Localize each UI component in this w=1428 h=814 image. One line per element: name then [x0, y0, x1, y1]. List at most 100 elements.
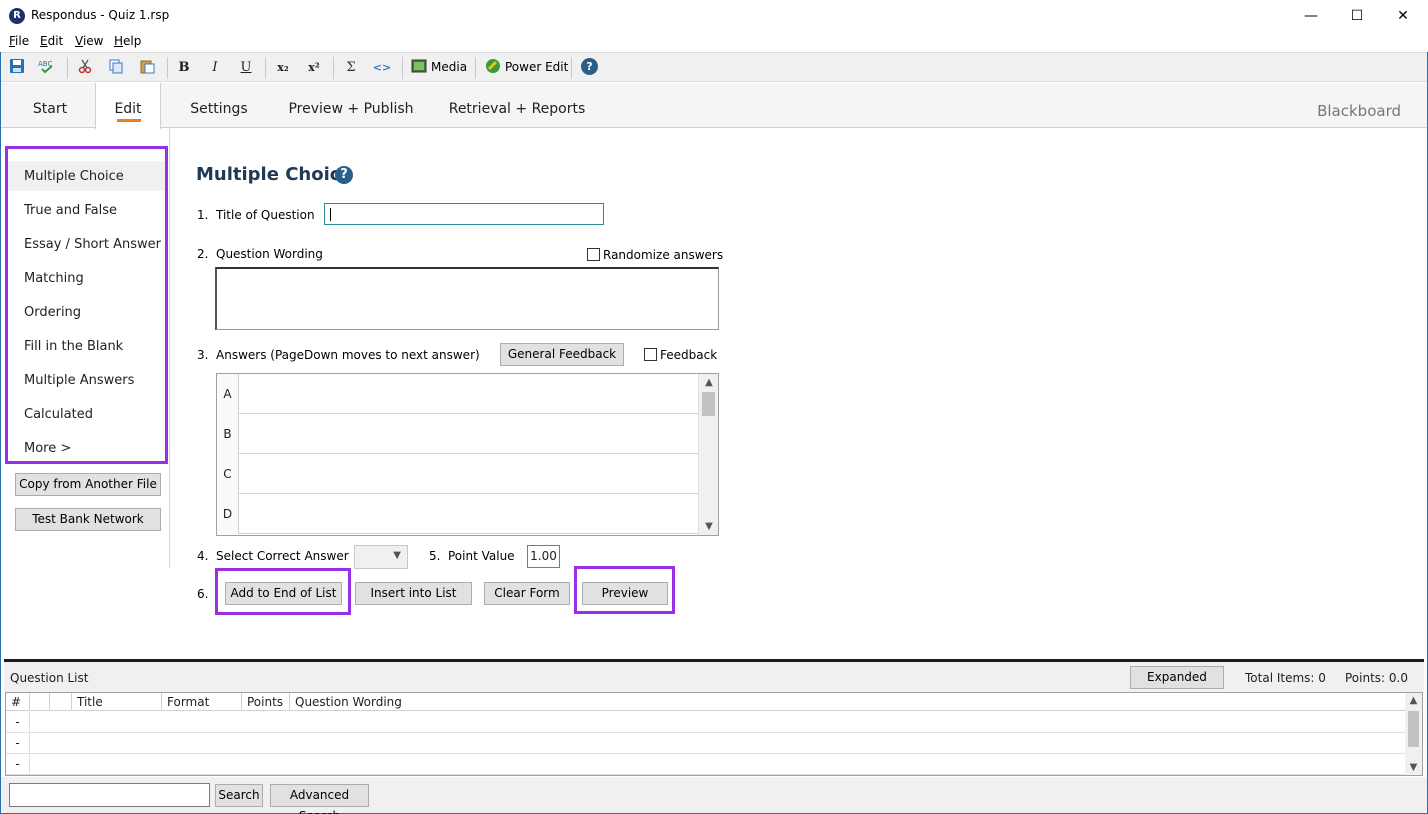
feedback-checkbox[interactable] [644, 348, 657, 361]
paste-icon[interactable] [137, 58, 157, 78]
menu-view[interactable]: View [75, 34, 103, 48]
question-title-input[interactable] [324, 203, 604, 225]
answer-row-a[interactable]: A [217, 374, 698, 414]
preview-button[interactable]: Preview [582, 582, 668, 605]
clear-form-button[interactable]: Clear Form [484, 582, 570, 605]
power-edit-icon[interactable] [483, 58, 503, 78]
scrollbar-thumb[interactable] [1408, 711, 1419, 747]
answer-row-b[interactable]: B [217, 414, 698, 454]
maximize-icon[interactable]: ☐ [1334, 0, 1380, 32]
column-header[interactable] [30, 693, 50, 711]
tab-edit-label: Edit [114, 101, 142, 117]
menu-bar: File Edit View Help [0, 32, 1428, 52]
total-points: Points: 0.0 [1345, 671, 1408, 685]
menu-file[interactable]: File [9, 34, 29, 48]
help-icon-glyph: ? [581, 58, 598, 75]
advanced-search-button[interactable]: Advanced Search [270, 784, 369, 814]
question-type-calculated[interactable]: Calculated [24, 407, 93, 422]
question-type-more[interactable]: More > [24, 441, 71, 456]
cut-icon[interactable] [75, 58, 95, 78]
tab-start[interactable]: Start [17, 83, 83, 128]
media-button[interactable]: Media [431, 60, 467, 74]
row-number[interactable]: - [6, 733, 30, 754]
row-number[interactable]: - [6, 754, 30, 775]
answer-row-c[interactable]: C [217, 454, 698, 494]
row-number[interactable]: - [6, 712, 30, 733]
copy-from-file-button[interactable]: Copy from Another File [15, 473, 161, 496]
page-title: Multiple Choice [196, 164, 353, 185]
scrollbar-thumb[interactable] [702, 392, 715, 416]
menu-edit[interactable]: Edit [40, 34, 63, 48]
toolbar: ABC B I U x₂ x² Σ <> Media Power Edit ? [1, 52, 1427, 82]
scroll-up-icon[interactable]: ▲ [1405, 695, 1422, 706]
save-icon[interactable] [7, 58, 27, 78]
question-type-essay[interactable]: Essay / Short Answer [24, 237, 161, 252]
step-number: 1. [197, 208, 209, 222]
question-wording-textarea[interactable] [215, 267, 719, 330]
question-type-ordering[interactable]: Ordering [24, 305, 81, 320]
scroll-down-icon[interactable]: ▼ [1405, 762, 1422, 773]
answers-scrollbar[interactable]: ▲ ▼ [698, 374, 718, 535]
tab-retrieval-reports[interactable]: Retrieval + Reports [445, 83, 589, 128]
copy-icon[interactable] [106, 58, 126, 78]
close-icon[interactable]: ✕ [1380, 0, 1426, 32]
minimize-icon[interactable]: — [1288, 0, 1334, 32]
question-list-title: Question List [10, 671, 89, 685]
italic-icon[interactable]: I [205, 58, 225, 78]
search-input[interactable] [9, 783, 210, 807]
point-value-input[interactable]: 1.00 [527, 545, 560, 568]
scroll-up-icon[interactable]: ▲ [699, 377, 718, 388]
toolbar-separator [333, 57, 334, 79]
underline-icon[interactable]: U [236, 58, 256, 78]
correct-answer-select[interactable]: ▼ [354, 545, 408, 569]
tab-edit[interactable]: Edit [95, 83, 161, 129]
tab-settings[interactable]: Settings [179, 83, 259, 128]
question-type-true-false[interactable]: True and False [24, 203, 117, 218]
insert-into-list-button[interactable]: Insert into List [355, 582, 472, 605]
randomize-answers-checkbox[interactable] [587, 248, 600, 261]
subscript-icon[interactable]: x₂ [273, 58, 293, 78]
general-feedback-button[interactable]: General Feedback [500, 343, 624, 366]
column-header[interactable]: Points [242, 693, 290, 711]
question-type-fill-blank[interactable]: Fill in the Blank [24, 339, 123, 354]
table-row[interactable] [30, 733, 1407, 754]
column-header[interactable]: Title [72, 693, 162, 711]
question-type-matching[interactable]: Matching [24, 271, 84, 286]
menu-help[interactable]: Help [114, 34, 141, 48]
bold-icon[interactable]: B [174, 58, 194, 78]
toolbar-separator [67, 57, 68, 79]
tab-preview-publish[interactable]: Preview + Publish [281, 83, 421, 128]
tab-bar: Start Edit Settings Preview + Publish Re… [1, 83, 1427, 129]
question-help-icon[interactable]: ? [335, 166, 353, 184]
superscript-icon[interactable]: x² [304, 58, 324, 78]
table-row[interactable] [30, 712, 1407, 733]
table-row[interactable] [30, 754, 1407, 775]
html-code-icon[interactable]: <> [372, 58, 392, 78]
question-list-table: # Title Format Points Question Wording -… [5, 692, 1423, 776]
expanded-view-button[interactable]: Expanded View [1130, 666, 1224, 705]
question-type-multiple-choice[interactable]: Multiple Choice [24, 169, 124, 184]
column-header[interactable]: # [6, 693, 30, 711]
question-list-scrollbar[interactable]: ▲ ▼ [1405, 693, 1422, 775]
window-title: Respondus - Quiz 1.rsp [31, 8, 170, 22]
help-icon[interactable]: ? [581, 58, 601, 78]
search-button[interactable]: Search [215, 784, 263, 807]
power-edit-button[interactable]: Power Edit [505, 60, 568, 74]
question-type-list: Multiple Choice True and False Essay / S… [5, 146, 168, 464]
answer-letter: D [217, 494, 239, 534]
column-header[interactable]: Format [162, 693, 242, 711]
answers-grid: A B C D ▲ ▼ [216, 373, 719, 536]
active-tab-indicator [117, 119, 141, 122]
equation-icon[interactable]: Σ [341, 58, 361, 78]
add-to-end-button[interactable]: Add to End of List [225, 582, 342, 605]
spellcheck-icon[interactable]: ABC [37, 58, 57, 78]
column-header[interactable]: Question Wording [290, 693, 1407, 711]
question-type-multiple-answers[interactable]: Multiple Answers [24, 373, 134, 388]
column-header[interactable] [50, 693, 72, 711]
answer-row-d[interactable]: D [217, 494, 698, 534]
correct-answer-label: Select Correct Answer [216, 549, 349, 563]
scroll-down-icon[interactable]: ▼ [699, 521, 718, 532]
answer-letter: B [217, 414, 239, 454]
test-bank-network-button[interactable]: Test Bank Network [15, 508, 161, 531]
media-icon[interactable] [409, 58, 429, 78]
